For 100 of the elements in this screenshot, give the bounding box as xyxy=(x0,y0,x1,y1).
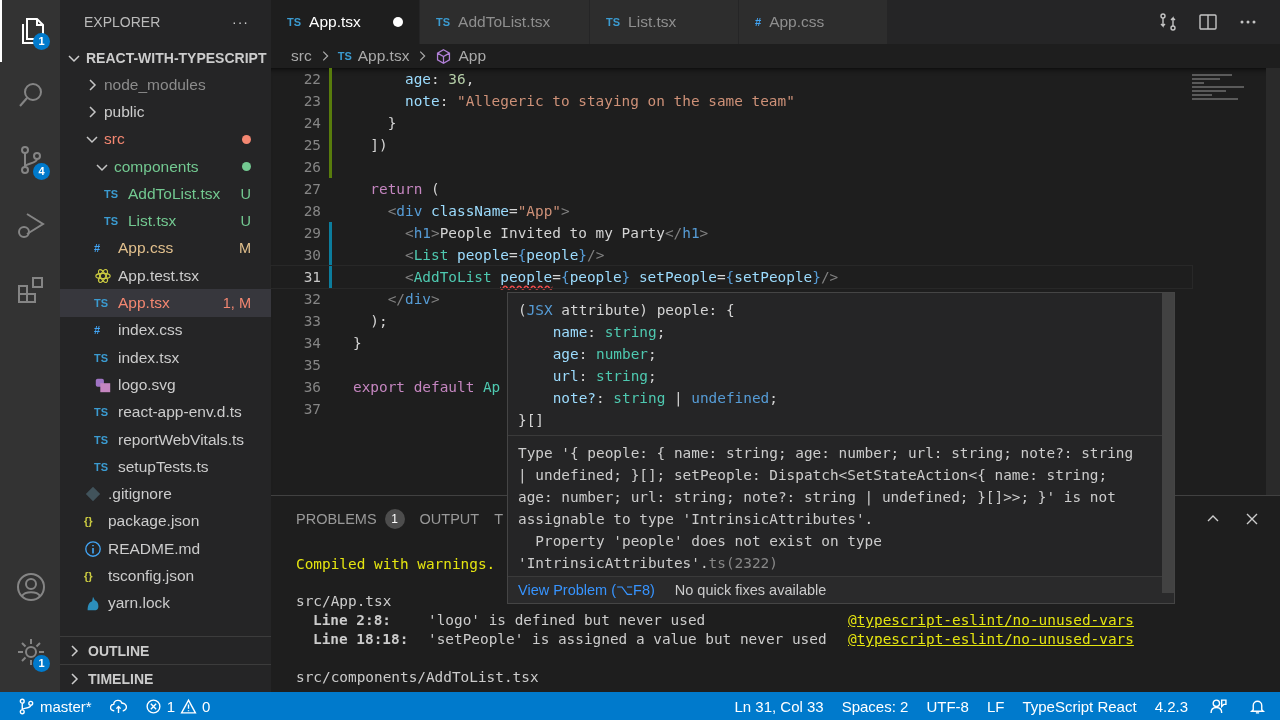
typescript-file-icon: TS xyxy=(104,215,124,228)
line-number: 29 xyxy=(302,225,321,241)
line-number: 24 xyxy=(302,115,321,131)
status-item[interactable]: UTF-8 xyxy=(926,697,969,715)
folder-item[interactable]: public xyxy=(60,98,271,126)
file-item[interactable]: # App.css M xyxy=(60,234,271,263)
type-signature-line: name: string; xyxy=(551,323,667,342)
git-status-label: U xyxy=(240,213,251,230)
code-line: note: "Allegeric to staying on the same team" xyxy=(403,93,795,109)
code-line: ); xyxy=(369,313,388,329)
file-item[interactable]: README.md xyxy=(60,535,271,563)
editor-tab[interactable]: TS App.tsx xyxy=(271,0,420,44)
editor-tab[interactable]: # App.css xyxy=(739,0,888,44)
error-message-line: age: number; url: string; note?: string | undefined; }[]>>; }' is not xyxy=(518,489,1116,505)
line-number: 28 xyxy=(302,203,321,219)
typescript-file-icon: TS xyxy=(337,50,352,62)
file-item[interactable]: TS List.tsx U xyxy=(60,207,271,235)
panel-tab[interactable]: PROBLEMS 1 xyxy=(296,509,405,529)
warning-message: 'setPeople' is assigned a value but never used xyxy=(428,630,828,649)
more-actions-button[interactable]: ··· xyxy=(232,14,249,30)
rule-link[interactable]: @typescript-eslint/no-unused-vars xyxy=(848,630,1134,649)
diamond-icon xyxy=(84,485,102,504)
typescript-file-icon: TS xyxy=(104,187,124,200)
git-status-label: 1, M xyxy=(222,295,251,311)
quick-fix-note: No quick fixes available xyxy=(674,582,827,598)
feedback-icon[interactable] xyxy=(1210,697,1227,715)
folder-item[interactable]: node_modules xyxy=(60,71,271,99)
file-item[interactable]: TS reportWebVitals.ts xyxy=(60,425,271,454)
type-signature-line: note?: string | undefined; xyxy=(551,389,779,409)
bell-icon[interactable] xyxy=(1249,697,1266,715)
notification-badge: 1 xyxy=(33,33,50,50)
line-number: 30 xyxy=(302,247,321,263)
type-signature-line: (JSX attribute) people: { xyxy=(518,301,736,320)
type-signature-line: age: number; xyxy=(551,345,658,364)
file-item[interactable]: yarn.lock xyxy=(60,589,271,617)
split-editor-icon[interactable] xyxy=(1198,12,1218,32)
status-item[interactable]: Spaces: 2 xyxy=(841,697,909,715)
file-item[interactable]: logo.svg xyxy=(60,371,271,399)
typescript-file-icon: TS xyxy=(94,351,114,364)
line-number: 33 xyxy=(302,313,321,329)
breadcrumb-item[interactable]: src xyxy=(291,47,312,65)
code-line: } xyxy=(353,335,362,351)
code-line: ]) xyxy=(369,137,388,153)
file-item[interactable]: {} package.json xyxy=(60,507,271,536)
rule-link[interactable]: @typescript-eslint/no-unused-vars xyxy=(848,611,1134,630)
file-item[interactable]: TS setupTests.ts xyxy=(60,453,271,481)
status-item[interactable]: Ln 31, Col 33 xyxy=(734,697,824,715)
branch-indicator[interactable]: master* xyxy=(18,697,92,715)
type-signature-line: }[] xyxy=(518,411,545,430)
warning-message: 'logo' is defined but never used xyxy=(428,611,707,630)
section-header[interactable]: OUTLINE xyxy=(60,636,271,664)
folder-item[interactable]: components xyxy=(60,152,271,181)
problems-indicator[interactable]: 1 0 xyxy=(144,697,211,715)
line-number: 36 xyxy=(302,379,321,395)
file-item[interactable]: TS index.tsx xyxy=(60,343,271,372)
unsaved-dot-icon xyxy=(393,17,403,27)
hash-icon: # xyxy=(94,324,114,337)
file-item[interactable]: App.test.tsx xyxy=(60,262,271,290)
warning-location: Line 2:8: xyxy=(313,611,392,630)
account-icon[interactable] xyxy=(15,570,47,603)
project-folder-label[interactable]: REACT-WITH-TYPESCRIPT xyxy=(86,49,267,66)
status-item[interactable]: TypeScript React xyxy=(1022,697,1137,715)
breadcrumb-item[interactable]: App xyxy=(458,47,487,65)
cloud-upload-icon[interactable] xyxy=(109,697,127,715)
notification-badge: 4 xyxy=(33,163,50,180)
hash-icon: # xyxy=(94,242,114,255)
status-item[interactable]: LF xyxy=(986,697,1005,715)
error-message-line: assignable to type 'IntrinsicAttributes'. xyxy=(518,511,874,527)
git-status-label: U xyxy=(240,185,251,202)
line-number: 26 xyxy=(302,159,321,175)
file-item[interactable]: {} tsconfig.json xyxy=(60,562,271,590)
close-icon[interactable] xyxy=(1244,511,1260,527)
editor-tab[interactable]: TS List.tsx xyxy=(590,0,739,44)
compare-changes-icon[interactable] xyxy=(1158,12,1178,32)
warning-location: Line 18:18: xyxy=(313,630,410,649)
file-item[interactable]: TS AddToList.tsx U xyxy=(60,180,271,208)
panel-tab[interactable]: OUTPUT xyxy=(419,511,480,527)
braces-icon: {} xyxy=(84,515,104,528)
scrollbar-thumb[interactable] xyxy=(1162,293,1174,593)
code-line: <h1>People Invited to my Party</h1> xyxy=(403,225,709,241)
file-item[interactable]: .gitignore xyxy=(60,480,271,508)
typescript-file-icon: TS xyxy=(94,297,114,309)
status-item[interactable]: 4.2.3 xyxy=(1154,697,1188,715)
error-message-line: Type '{ people: { name: string; age: number; url: string; note?: string xyxy=(518,445,1134,461)
line-number: 27 xyxy=(302,181,321,197)
breadcrumb-item[interactable]: App.tsx xyxy=(357,47,410,65)
line-number: 37 xyxy=(302,401,321,417)
editor-tab[interactable]: TS AddToList.tsx xyxy=(420,0,590,44)
folder-item[interactable]: src xyxy=(60,125,271,153)
code-line: age: 36, xyxy=(403,71,475,87)
output-line: src/components/AddToList.tsx xyxy=(296,668,539,687)
typescript-file-icon: TS xyxy=(94,460,114,473)
file-item[interactable]: TS App.tsx 1, M xyxy=(60,289,271,317)
view-problem-link[interactable]: View Problem (⌥F8) xyxy=(518,582,655,598)
code-line: <AddToList people={people} setPeople={setPeople}/> xyxy=(403,269,839,285)
panel-tab[interactable]: T xyxy=(494,511,504,527)
notification-badge: 1 xyxy=(33,655,50,672)
file-item[interactable]: # index.css xyxy=(60,316,271,344)
file-item[interactable]: TS react-app-env.d.ts xyxy=(60,398,271,426)
typescript-file-icon: TS xyxy=(94,406,114,419)
